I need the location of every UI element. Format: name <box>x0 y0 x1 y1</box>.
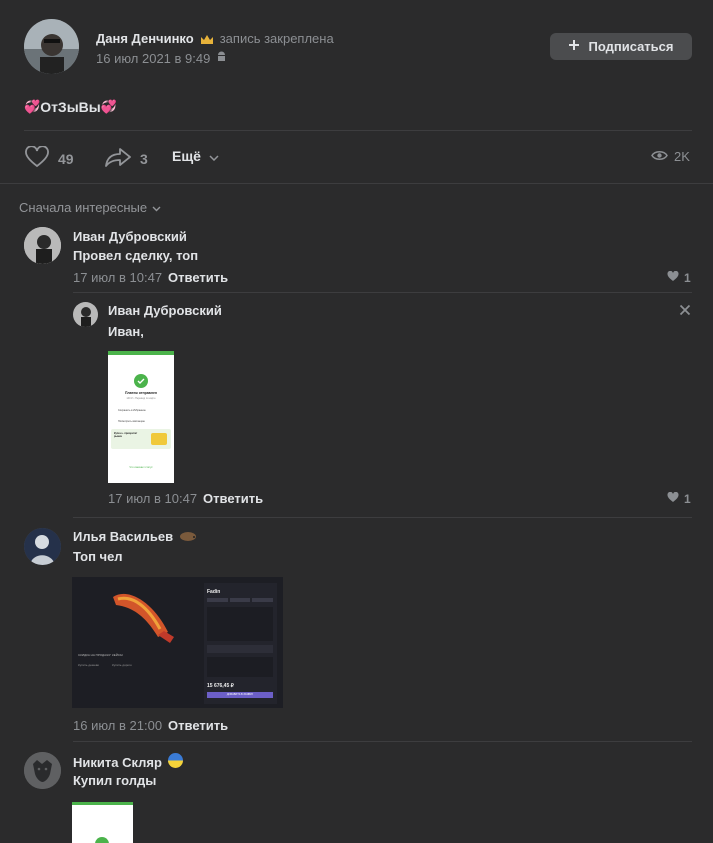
comment-author[interactable]: Илья Васильев <box>73 529 173 544</box>
views: 2K <box>651 149 690 164</box>
android-icon <box>216 51 227 66</box>
chevron-down-icon <box>152 200 161 215</box>
payment-title: Платеж отправлен <box>124 391 158 395</box>
comment-avatar[interactable] <box>24 227 61 264</box>
payment-promo: Купон + приоритет рынка <box>114 432 138 438</box>
subscribe-button[interactable]: Подписаться <box>550 33 692 60</box>
comment-like-button[interactable]: 1 <box>667 491 691 506</box>
heart-icon <box>667 270 679 285</box>
subscribe-label: Подписаться <box>588 39 674 54</box>
comment-text: Купил голды <box>73 773 157 788</box>
more-button[interactable]: Ещё <box>172 148 219 164</box>
chevron-down-icon <box>209 148 219 164</box>
comment-avatar[interactable] <box>24 752 61 789</box>
views-count: 2K <box>674 149 690 164</box>
more-label: Ещё <box>172 148 201 164</box>
reply-button[interactable]: Ответить <box>203 491 263 506</box>
hedgehog-icon <box>179 529 197 544</box>
eye-icon <box>651 149 668 164</box>
attached-image-payment[interactable] <box>72 802 133 843</box>
heart-icon <box>24 145 50 171</box>
heart-icon <box>667 491 679 506</box>
pinned-label: запись закреплена <box>219 31 334 46</box>
comment-author[interactable]: Никита Скляр <box>73 755 162 770</box>
attached-image-payment[interactable]: Платеж отправлен 140 ₽ • Перевод по карт… <box>108 351 174 483</box>
close-icon[interactable] <box>679 304 691 319</box>
comments-sort-label: Сначала интересные <box>19 200 148 215</box>
comment-date[interactable]: 17 июл в 10:47 <box>73 270 162 285</box>
post-text-body: ОтЗыВы <box>40 99 101 115</box>
comment-text: Топ чел <box>73 549 123 564</box>
post-author-name[interactable]: Даня Денчинко <box>96 31 194 46</box>
heart-emoji-icon: 💞 <box>24 99 41 114</box>
like-button[interactable]: 49 <box>24 145 74 171</box>
like-count: 49 <box>58 150 74 167</box>
post-text: 💞 ОтЗыВы 💞 <box>24 99 117 115</box>
payment-subtitle: 140 ₽ • Перевод по карте <box>126 397 156 400</box>
market-label: Купить дорого <box>112 663 132 667</box>
market-header: Fadin <box>207 589 221 595</box>
heart-emoji-icon: 💞 <box>100 99 117 114</box>
comment-like-count: 1 <box>684 492 691 506</box>
comment-like-count: 1 <box>684 271 691 285</box>
payment-row: Посмотреть квитанцию <box>118 420 145 423</box>
reply-button[interactable]: Ответить <box>168 270 228 285</box>
comment-author[interactable]: Иван Дубровский <box>108 303 222 318</box>
attached-image-market[interactable]: СКИДКА НА ПРОДАЖУ КЕЙСЫ Купить дешево Ку… <box>72 577 283 708</box>
plus-icon <box>568 39 580 54</box>
comment-avatar[interactable] <box>73 302 98 327</box>
market-add-button: ДОБАВИТЬ В ЗАЯВКУ <box>207 692 273 698</box>
share-count: 3 <box>140 150 148 167</box>
comment-like-button[interactable]: 1 <box>667 270 691 285</box>
post-author-avatar[interactable] <box>24 19 79 74</box>
market-amount: 15 676,45 ₽ <box>207 683 234 689</box>
share-button[interactable]: 3 <box>104 146 148 171</box>
comment-date[interactable]: 17 июл в 10:47 <box>108 491 197 506</box>
comment-author[interactable]: Иван Дубровский <box>73 229 187 244</box>
payment-link: Что означает статус <box>129 466 153 469</box>
market-label: СКИДКА НА ПРОДАЖУ <box>78 653 111 657</box>
comment-avatar[interactable] <box>24 528 61 565</box>
comment-text: Провел сделку, топ <box>73 248 199 263</box>
crown-icon <box>200 33 214 44</box>
ukraine-flag-icon <box>167 753 183 771</box>
market-label: КЕЙСЫ <box>112 653 123 657</box>
share-icon <box>104 146 132 171</box>
comment-text: Иван, <box>108 324 144 339</box>
reply-button[interactable]: Ответить <box>168 718 228 733</box>
payment-row: Сохранить в Избранное <box>118 409 146 412</box>
comments-sort[interactable]: Сначала интересные <box>19 200 161 215</box>
market-label: Купить дешево <box>78 663 100 667</box>
post-date[interactable]: 16 июл 2021 в 9:49 <box>96 51 210 66</box>
comment-date[interactable]: 16 июл в 21:00 <box>73 718 162 733</box>
